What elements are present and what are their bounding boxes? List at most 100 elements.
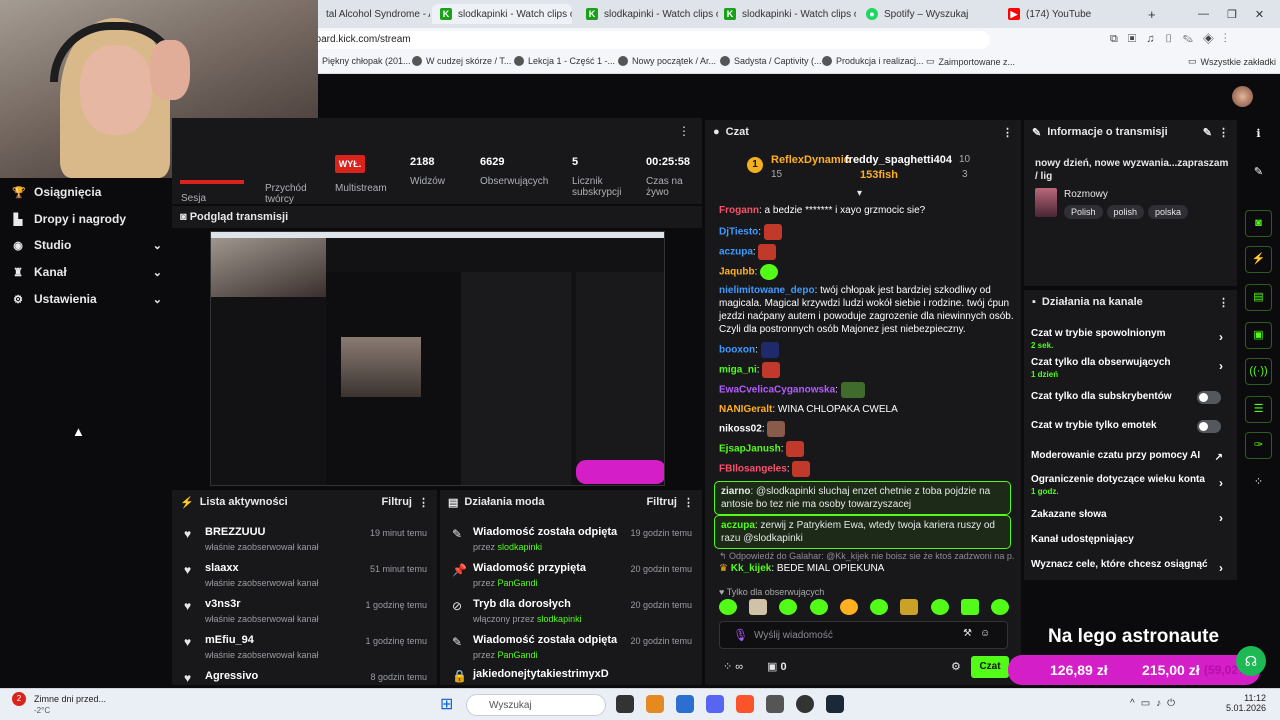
category-thumbnail[interactable] [1035,188,1057,217]
system-tray-icons[interactable]: ^▭♪⏻ [1130,698,1181,709]
emote-icon[interactable] [749,599,768,615]
sidebar-item-achievements[interactable]: 🏆 Osiągnięcia [12,185,162,199]
highlighted-message[interactable]: aczupa: zerwij z Patrykiem Ewa, wtedy tw… [714,515,1011,549]
mod-setting-slow-mode[interactable]: Czat w trybie spowolnionym 2 sek. › [1031,328,1231,350]
chat-user[interactable]: ziarno [721,486,750,497]
list-item[interactable]: ⊘ Tryb dla dorosłych włączony przez slodka… [440,596,702,632]
pencil-icon[interactable]: ✎ [1245,160,1272,187]
collapse-icon[interactable]: ▾ [857,188,862,199]
copilot-icon[interactable] [646,695,664,713]
chat-user[interactable]: nielimitowane_depo [719,285,815,296]
mod-setting-emote-only[interactable]: Czat w trybie tylko emotek [1031,420,1231,433]
emote-icon[interactable] [960,599,979,615]
layers-icon[interactable]: ☰ [1245,396,1272,423]
mod-setting-account-age[interactable]: Ograniczenie dotyczące wieku konta 1 godz… [1031,474,1231,496]
brave-icon[interactable] [736,695,754,713]
sidebar-item-settings[interactable]: ⚙ Ustawienia ⌄ [12,292,162,306]
chat-user[interactable]: Jaqubb [719,267,755,278]
gear-icon[interactable]: ⚙ [951,660,961,673]
discord-icon[interactable] [706,695,724,713]
wrench-icon[interactable]: ✑ [1245,432,1272,459]
chat-message[interactable]: booxon: [719,342,1014,358]
tag[interactable]: Polish [1064,205,1103,219]
bookmark[interactable]: Piękny chłopak (201... [322,56,411,66]
headphones-icon[interactable]: ☊ [1236,646,1266,676]
highlighted-message[interactable]: ziarno: @slodkapinki sluchaj enzet chetn… [714,481,1011,515]
chat-message[interactable]: NANIGeralt: WINA CHLOPAKA CWELA [719,403,1014,416]
filter-button[interactable]: Filtruj [646,496,677,508]
chat-user[interactable]: aczupa [721,520,755,531]
tag[interactable]: polish [1106,205,1145,219]
chat-user[interactable]: Kk_kijek [731,563,772,574]
category-name[interactable]: Rozmowy [1064,189,1108,200]
minimize-icon[interactable]: — [1198,8,1209,20]
browser-tab[interactable]: ▶ (174) YouTube [1000,4,1135,24]
url-input[interactable]: board.kick.com/stream [300,31,990,49]
list-item[interactable]: ♥ slaaxx właśnie zaobserwował kanał 51 minu… [172,560,437,596]
chat-message[interactable]: Frogann: a bedzie ******* i xayo grzmoci… [719,204,1014,217]
windows-start-icon[interactable]: ⊞ [440,694,453,714]
mod-setting-banned-words[interactable]: Zakazane słowa › [1031,509,1231,525]
chat-user[interactable]: FBIlosangeles [719,464,787,475]
filter-button[interactable]: Filtruj [381,496,412,508]
browser-toolbar-icons[interactable]: ⧉▣♫▯✎◈⋮ [1110,33,1237,46]
send-chat-button[interactable]: Czat [971,656,1009,678]
mic-icon[interactable]: 🎙 [733,628,748,642]
emote-icon[interactable] [930,599,949,615]
bookmark-folder[interactable]: ▭ Zaimportowane z... [926,56,1015,67]
new-tab-button[interactable]: + [1140,4,1164,24]
sidebar-item-drops[interactable]: ▙ Dropy i nagrody [12,212,162,226]
task-view-icon[interactable] [616,695,634,713]
browser-tab[interactable]: K slodkapinki - Watch clips on K [432,4,572,24]
mod-setting-host-channel[interactable]: Kanał udostępniający [1031,534,1231,545]
emote-icon[interactable] [900,599,919,615]
camera-icon[interactable]: ◙ [1245,210,1272,237]
sidebar-item-channel[interactable]: ♜ Kanał ⌄ [12,265,162,279]
mod-setting-goals[interactable]: Wyznacz cele, które chcesz osiągnąć › [1031,559,1231,575]
maximize-icon[interactable]: ❐ [1227,8,1237,21]
apps-icon[interactable]: ⁘ [1245,470,1272,497]
clock[interactable]: 11:12 5.01.2026 [1208,693,1266,713]
more-icon[interactable]: ⋮ [1002,126,1013,139]
list-item[interactable]: 📌 Wiadomość przypięta przez PanGandi 20 god… [440,560,702,596]
more-icon[interactable]: ⋮ [418,496,429,509]
list-item[interactable]: ♥ BREZZUUU właśnie zaobserwował kanał 19 mi… [172,524,437,560]
emote-icon[interactable] [809,599,828,615]
more-icon[interactable]: ⋮ [1218,126,1229,139]
taskbar-search[interactable]: Wyszukaj [466,694,606,716]
chat-message[interactable]: miga_ni: [719,362,1014,378]
mod-setting-followers-only[interactable]: Czat tylko dla obserwujących 1 dzień › [1031,357,1231,379]
bookmark[interactable]: Produkcja i realizacj... [822,56,924,66]
chat-message[interactable]: EwaCvelicaCyganowska: [719,382,1014,398]
emote-icon[interactable]: ⚒☺ [963,628,998,639]
browser-tab[interactable]: tal Alcohol Syndrome - Albu [318,4,430,24]
chat-message[interactable]: Jaqubb: [719,264,1014,280]
chat-user[interactable]: NANIGeralt [719,404,772,415]
chat-user[interactable]: EwaCvelicaCyganowska [719,385,835,396]
chat-message[interactable]: ♛ Kk_kijek: BEDE MIAL OPIEKUNA [719,562,1014,575]
browser-tab[interactable]: K slodkapinki - Watch clips on K [578,4,718,24]
emote-icon[interactable] [779,599,798,615]
emote-icon[interactable] [990,599,1009,615]
window-controls[interactable]: — ❐ ✕ [1190,4,1270,24]
emote-icon[interactable] [719,599,737,615]
chat-user[interactable]: booxon [719,345,755,356]
browser-tab[interactable]: K slodkapinki - Watch clips on K [716,4,856,24]
list-item[interactable]: ✎ Wiadomość została odpięta przez PanGandi… [440,632,702,668]
chat-message[interactable]: nielimitowane_depo: twój chłopak jest ba… [719,284,1014,336]
all-bookmarks[interactable]: ▭ Wszystkie zakładki [1188,56,1276,67]
tag[interactable]: polska [1148,205,1189,219]
broadcast-icon[interactable]: ((·)) [1245,358,1272,385]
mod-setting-subs-only[interactable]: Czat tylko dla subskrybentów [1031,391,1231,404]
list-item[interactable]: ♥ v3ns3r właśnie zaobserwował kanał 1 godzi… [172,596,437,632]
chat-message[interactable]: aczupa: [719,244,1014,260]
chat-user[interactable]: miga_ni [719,365,757,376]
steam-icon[interactable] [826,695,844,713]
emote-icon[interactable] [870,599,889,615]
chat-user[interactable]: nikoss02 [719,424,762,435]
bookmark[interactable]: W cudzej skórze / T... [412,56,511,66]
chat-user[interactable]: aczupa [719,247,753,258]
chat-message[interactable]: DjTiesto: [719,224,1014,240]
chat-message[interactable]: FBIlosangeles: [719,461,1014,477]
list-item[interactable]: ✎ Wiadomość została odpięta przez slodkapi… [440,524,702,560]
